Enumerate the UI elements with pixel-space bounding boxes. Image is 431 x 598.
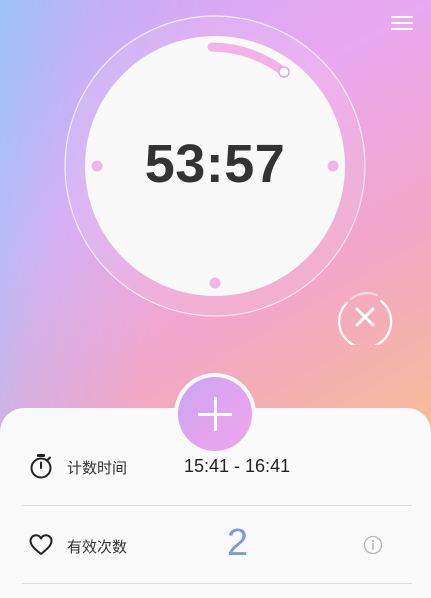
time-range-value: 15:41 - 16:41 xyxy=(184,456,291,476)
heart-icon xyxy=(29,534,53,555)
progress-knob xyxy=(278,66,290,78)
valid-count-row: 有效次数 2 xyxy=(0,506,431,584)
time-range-label: 计数时间 xyxy=(67,459,128,477)
valid-count-label: 有效次数 xyxy=(67,538,128,556)
row-divider-bottom xyxy=(22,583,412,584)
dial-dot-bottom xyxy=(209,277,221,289)
cancel-button[interactable] xyxy=(337,289,393,349)
timer-display: 53:57 xyxy=(144,134,286,194)
info-icon[interactable] xyxy=(363,535,383,555)
time-range-row: 计数时间 15:41 - 16:41 xyxy=(0,428,431,506)
valid-count-value: 2 xyxy=(227,522,249,564)
close-circle-icon xyxy=(338,292,393,349)
stopwatch-icon xyxy=(30,454,52,479)
